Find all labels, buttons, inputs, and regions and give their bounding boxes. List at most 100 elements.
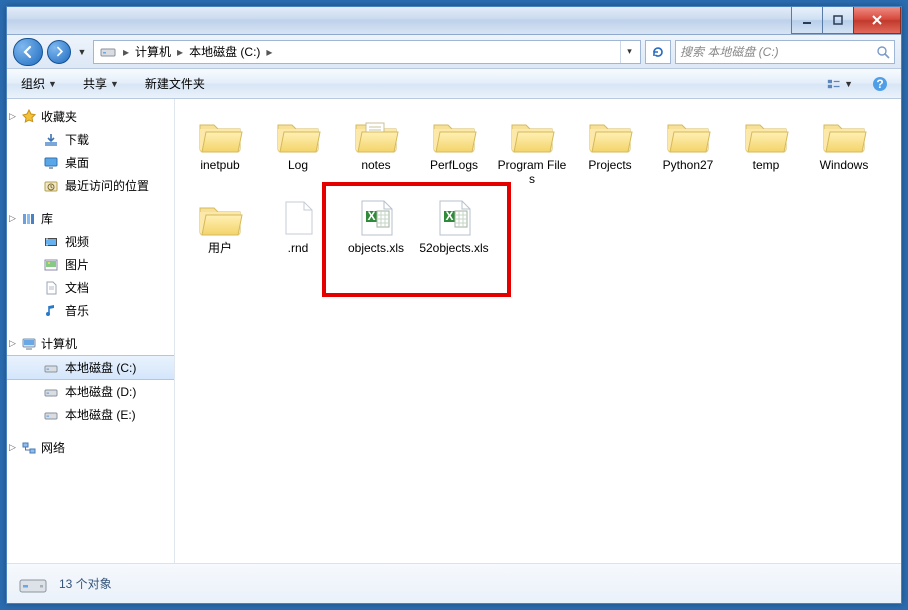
sidebar-item-pictures[interactable]: 图片 <box>7 253 174 276</box>
file-item[interactable]: Windows <box>805 111 883 190</box>
file-item[interactable]: Python27 <box>649 111 727 190</box>
drive-icon <box>43 384 59 400</box>
status-bar: 13 个对象 <box>7 563 901 603</box>
command-bar: 组织 ▼ 共享 ▼ 新建文件夹 ▼ ? <box>7 69 901 99</box>
arrow-right-icon <box>54 46 65 57</box>
file-item[interactable]: Projects <box>571 111 649 190</box>
folder-open-icon <box>352 115 400 155</box>
sidebar-libraries[interactable]: ▷ 库 <box>7 207 174 230</box>
folder-icon <box>196 115 244 155</box>
folder-icon <box>820 115 868 155</box>
folder-icon <box>430 115 478 155</box>
close-button[interactable] <box>853 7 901 34</box>
file-item[interactable]: inetpub <box>181 111 259 190</box>
sidebar-item-videos[interactable]: 视频 <box>7 230 174 253</box>
file-name: inetpub <box>200 158 239 172</box>
refresh-button[interactable] <box>645 40 671 64</box>
drive-icon <box>43 407 59 423</box>
sidebar-item-documents[interactable]: 文档 <box>7 276 174 299</box>
folder-icon <box>196 198 244 238</box>
title-bar <box>7 7 901 35</box>
new-folder-button[interactable]: 新建文件夹 <box>139 72 211 95</box>
breadcrumb-sep[interactable]: ▸ <box>120 43 132 61</box>
svg-text:X: X <box>445 209 453 223</box>
file-name: notes <box>361 158 390 172</box>
breadcrumb-computer[interactable]: 计算机 <box>132 41 174 62</box>
desktop-icon <box>43 155 59 171</box>
sidebar-item-desktop[interactable]: 桌面 <box>7 151 174 174</box>
sidebar-item-recent[interactable]: 最近访问的位置 <box>7 174 174 197</box>
breadcrumb-sep[interactable]: ▸ <box>174 43 186 61</box>
organize-menu[interactable]: 组织 ▼ <box>15 72 63 95</box>
file-item[interactable]: temp <box>727 111 805 190</box>
computer-icon <box>21 336 37 352</box>
breadcrumb-sep[interactable]: ▸ <box>263 43 275 61</box>
help-icon: ? <box>872 76 888 92</box>
sidebar-item-music[interactable]: 音乐 <box>7 299 174 322</box>
nav-history-dropdown[interactable]: ▼ <box>75 38 89 66</box>
file-item[interactable]: .rnd <box>259 194 337 259</box>
file-name: objects.xls <box>348 241 404 255</box>
share-menu[interactable]: 共享 ▼ <box>77 72 125 95</box>
status-text: 13 个对象 <box>59 575 112 592</box>
sidebar-network-group: ▷ 网络 <box>7 436 174 459</box>
sidebar-computer[interactable]: ▷ 计算机 <box>7 332 174 355</box>
folder-icon <box>274 115 322 155</box>
breadcrumb-drive-c[interactable]: 本地磁盘 (C:) <box>186 41 263 62</box>
sidebar: ▷ 收藏夹 下载 桌面 最近访问的位置 <box>7 99 175 563</box>
file-item[interactable]: notes <box>337 111 415 190</box>
file-name: Projects <box>588 158 631 172</box>
sidebar-libraries-group: ▷ 库 视频 图片 文档 音乐 <box>7 207 174 322</box>
music-icon <box>43 303 59 319</box>
blank-icon <box>274 198 322 238</box>
file-name: .rnd <box>288 241 309 255</box>
file-item[interactable]: X objects.xls <box>337 194 415 259</box>
file-item[interactable]: 用户 <box>181 194 259 259</box>
svg-text:X: X <box>367 209 375 223</box>
help-button[interactable]: ? <box>867 73 893 95</box>
file-item[interactable]: X 52objects.xls <box>415 194 493 259</box>
drive-icon <box>99 43 117 61</box>
file-item[interactable]: Log <box>259 111 337 190</box>
folder-icon <box>586 115 634 155</box>
picture-icon <box>43 257 59 273</box>
file-name: PerfLogs <box>430 158 478 172</box>
sidebar-network[interactable]: ▷ 网络 <box>7 436 174 459</box>
file-name: 用户 <box>208 241 232 255</box>
nav-bar: ▼ ▸ 计算机 ▸ 本地磁盘 (C:) ▸ ▾ 搜索 本地磁盘 (C:) <box>7 35 901 69</box>
folder-icon <box>664 115 712 155</box>
file-view[interactable]: inetpub Log notes PerfLogs Program Files <box>175 99 901 563</box>
network-icon <box>21 440 37 456</box>
arrow-left-icon <box>21 45 35 59</box>
address-bar[interactable]: ▸ 计算机 ▸ 本地磁盘 (C:) ▸ ▾ <box>93 40 641 64</box>
folder-icon <box>742 115 790 155</box>
sidebar-favorites-group: ▷ 收藏夹 下载 桌面 最近访问的位置 <box>7 105 174 197</box>
back-button[interactable] <box>13 38 43 66</box>
sidebar-computer-group: ▷ 计算机 本地磁盘 (C:) 本地磁盘 (D:) 本地磁盘 (E:) <box>7 332 174 426</box>
maximize-button[interactable] <box>822 7 854 34</box>
recent-icon <box>43 178 59 194</box>
file-name: Python27 <box>663 158 714 172</box>
search-icon <box>876 45 890 59</box>
sidebar-item-downloads[interactable]: 下载 <box>7 128 174 151</box>
view-options-button[interactable]: ▼ <box>827 73 853 95</box>
forward-button[interactable] <box>47 40 71 64</box>
excel-icon: X <box>352 198 400 238</box>
excel-icon: X <box>430 198 478 238</box>
sidebar-item-drive-c[interactable]: 本地磁盘 (C:) <box>7 355 174 380</box>
video-icon <box>43 234 59 250</box>
sidebar-favorites[interactable]: ▷ 收藏夹 <box>7 105 174 128</box>
minimize-button[interactable] <box>791 7 823 34</box>
body: ▷ 收藏夹 下载 桌面 最近访问的位置 <box>7 99 901 563</box>
drive-icon <box>17 571 49 597</box>
search-box[interactable]: 搜索 本地磁盘 (C:) <box>675 40 895 64</box>
file-item[interactable]: PerfLogs <box>415 111 493 190</box>
explorer-window: ▼ ▸ 计算机 ▸ 本地磁盘 (C:) ▸ ▾ 搜索 本地磁盘 (C:) 组织 … <box>6 6 902 604</box>
search-placeholder: 搜索 本地磁盘 (C:) <box>680 43 779 60</box>
sidebar-item-drive-d[interactable]: 本地磁盘 (D:) <box>7 380 174 403</box>
drive-icon <box>43 360 59 376</box>
sidebar-item-drive-e[interactable]: 本地磁盘 (E:) <box>7 403 174 426</box>
file-item[interactable]: Program Files <box>493 111 571 190</box>
address-dropdown[interactable]: ▾ <box>620 41 638 63</box>
view-icon <box>827 77 842 91</box>
